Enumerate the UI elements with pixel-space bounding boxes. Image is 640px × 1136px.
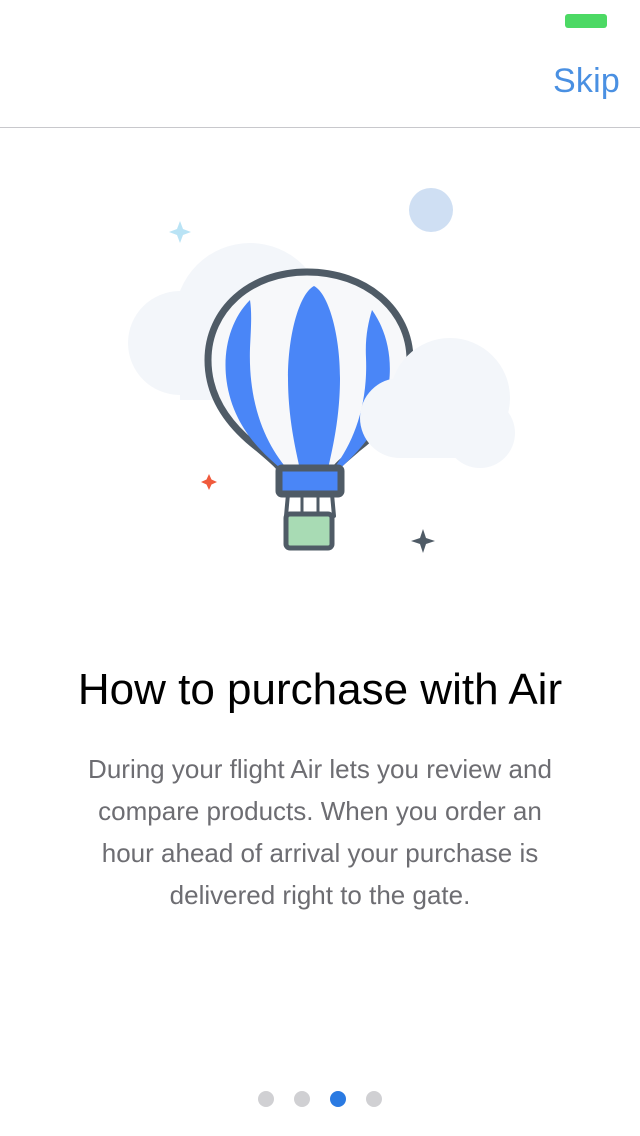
status-bar bbox=[0, 0, 640, 40]
sparkle-red-icon bbox=[201, 474, 217, 490]
page-dot-3[interactable] bbox=[330, 1091, 346, 1107]
moon-icon bbox=[409, 188, 453, 232]
sparkle-blue-icon bbox=[169, 221, 191, 243]
onboarding-description: During your flight Air lets you review a… bbox=[88, 754, 552, 910]
onboarding-title: How to purchase with Air bbox=[77, 665, 563, 714]
battery-icon bbox=[565, 14, 607, 28]
page-indicator bbox=[0, 1091, 640, 1109]
page-dot-1[interactable] bbox=[258, 1091, 274, 1107]
hot-air-balloon-illustration bbox=[0, 128, 640, 588]
skip-button[interactable]: Skip bbox=[553, 62, 620, 101]
sparkle-dark-icon bbox=[411, 529, 435, 553]
page-dot-2[interactable] bbox=[294, 1091, 310, 1107]
onboarding-screen: Skip How to purchase with Air During you… bbox=[0, 0, 640, 1136]
navigation-bar: Skip bbox=[0, 40, 640, 128]
page-dot-4[interactable] bbox=[366, 1091, 382, 1107]
